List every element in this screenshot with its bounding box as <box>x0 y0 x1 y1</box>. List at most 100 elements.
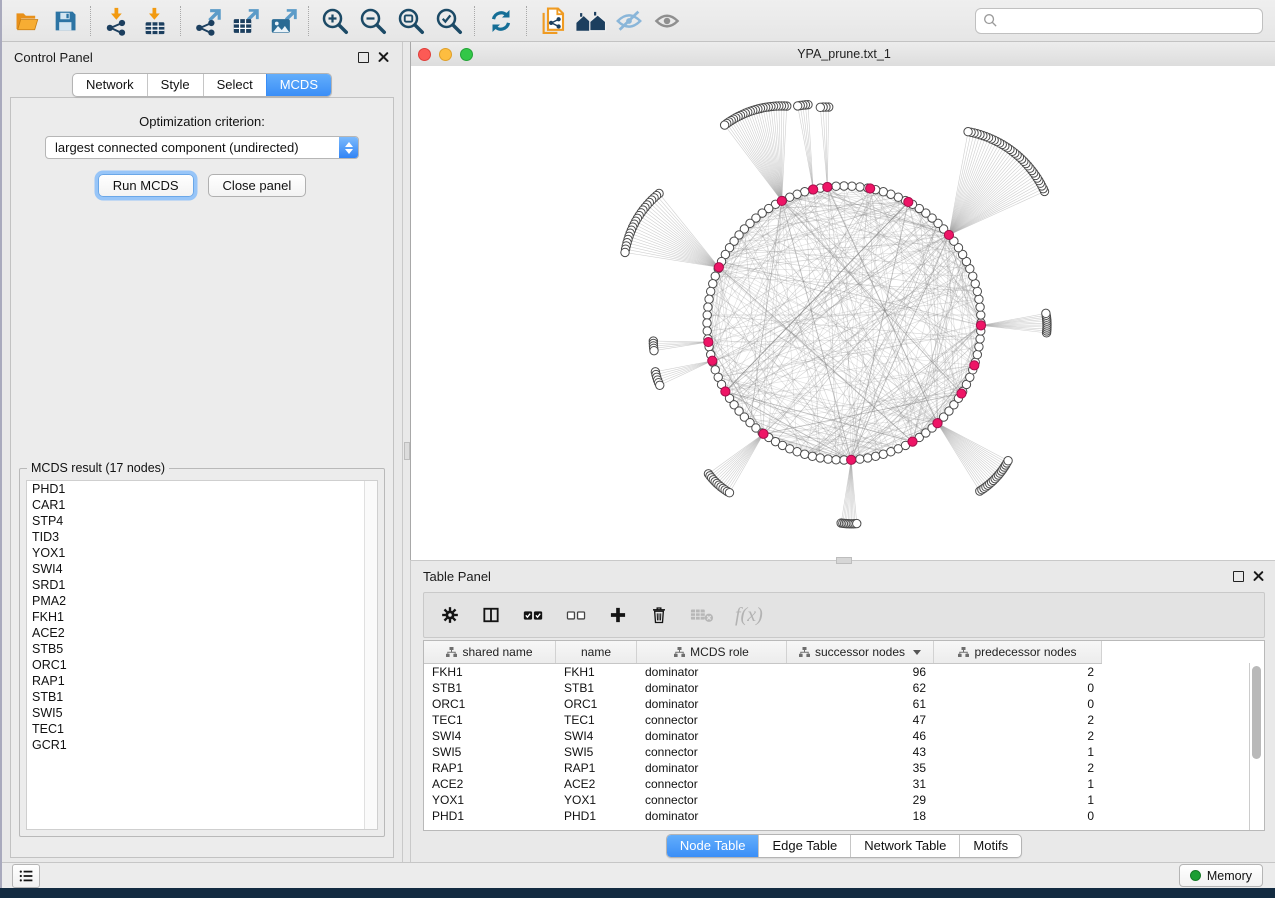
table-cell[interactable]: FKH1 <box>424 665 556 679</box>
table-row[interactable]: SWI5SWI5connector431 <box>424 744 1264 760</box>
mcds-result-item[interactable]: GCR1 <box>27 737 377 753</box>
hide-selected-button[interactable] <box>610 3 648 39</box>
column-header-MCDS-role[interactable]: MCDS role <box>637 641 787 663</box>
export-image-button[interactable] <box>264 3 302 39</box>
mcds-result-item[interactable]: PMA2 <box>27 593 377 609</box>
tab-edge-table[interactable]: Edge Table <box>758 835 850 857</box>
result-list-scrollbar[interactable] <box>364 481 377 829</box>
table-cell[interactable]: 0 <box>934 697 1102 711</box>
table-cell[interactable]: YOX1 <box>424 793 556 807</box>
table-cell[interactable]: 61 <box>787 697 934 711</box>
graph-node[interactable] <box>964 127 972 135</box>
float-panel-icon[interactable] <box>1233 571 1244 582</box>
table-cell[interactable]: connector <box>637 745 787 759</box>
graph-node[interactable] <box>704 303 712 311</box>
table-cell[interactable]: 1 <box>934 745 1102 759</box>
table-cell[interactable]: SWI4 <box>556 729 637 743</box>
table-cell[interactable]: 35 <box>787 761 934 775</box>
graph-node[interactable] <box>703 319 711 327</box>
export-table-button[interactable] <box>226 3 264 39</box>
task-history-button[interactable] <box>12 864 40 888</box>
close-panel-icon[interactable] <box>1253 571 1264 582</box>
graph-mcds-node[interactable] <box>957 389 966 398</box>
table-cell[interactable]: 2 <box>934 713 1102 727</box>
graph-node[interactable] <box>725 489 733 497</box>
table-cell[interactable]: dominator <box>637 809 787 823</box>
table-cell[interactable]: SWI5 <box>424 745 556 759</box>
deselect-all-button[interactable] <box>565 606 587 624</box>
export-network-button[interactable] <box>188 3 226 39</box>
graph-mcds-node[interactable] <box>704 337 713 346</box>
table-row[interactable]: ORC1ORC1dominator610 <box>424 696 1264 712</box>
graph-node[interactable] <box>832 182 840 190</box>
tab-motifs[interactable]: Motifs <box>959 835 1021 857</box>
zoom-in-button[interactable] <box>316 3 354 39</box>
graph-node[interactable] <box>1004 457 1012 465</box>
table-cell[interactable]: ORC1 <box>424 697 556 711</box>
graph-node[interactable] <box>973 350 981 358</box>
graph-node[interactable] <box>1042 309 1050 317</box>
tab-node-table[interactable]: Node Table <box>667 835 759 857</box>
tab-network-table[interactable]: Network Table <box>850 835 959 857</box>
graph-mcds-node[interactable] <box>721 387 730 396</box>
graph-node[interactable] <box>703 311 711 319</box>
create-column-button[interactable] <box>608 605 628 625</box>
graph-node[interactable] <box>832 456 840 464</box>
table-cell[interactable]: 47 <box>787 713 934 727</box>
table-cell[interactable]: 2 <box>934 729 1102 743</box>
table-cell[interactable]: 96 <box>787 665 934 679</box>
table-cell[interactable]: dominator <box>637 681 787 695</box>
table-cell[interactable]: 1 <box>934 777 1102 791</box>
table-cell[interactable]: 0 <box>934 681 1102 695</box>
mcds-result-item[interactable]: ORC1 <box>27 657 377 673</box>
graph-node[interactable] <box>856 183 864 191</box>
table-cell[interactable]: connector <box>637 777 787 791</box>
table-cell[interactable]: PHD1 <box>424 809 556 823</box>
mcds-result-item[interactable]: RAP1 <box>27 673 377 689</box>
graph-mcds-node[interactable] <box>944 230 953 239</box>
table-scrollbar-thumb[interactable] <box>1252 666 1261 759</box>
graph-node[interactable] <box>801 450 809 458</box>
graph-node[interactable] <box>975 295 983 303</box>
mcds-result-item[interactable]: STB5 <box>27 641 377 657</box>
table-cell[interactable]: SWI5 <box>556 745 637 759</box>
table-row[interactable]: FKH1FKH1dominator962 <box>424 664 1264 680</box>
table-cell[interactable]: 29 <box>787 793 934 807</box>
window-minimize-icon[interactable] <box>439 48 452 61</box>
graph-node[interactable] <box>879 188 887 196</box>
table-cell[interactable]: SWI4 <box>424 729 556 743</box>
import-network-button[interactable] <box>98 3 136 39</box>
table-row[interactable]: PHD1PHD1dominator180 <box>424 808 1264 824</box>
graph-node[interactable] <box>977 311 985 319</box>
mcds-result-item[interactable]: STB1 <box>27 689 377 705</box>
save-session-button[interactable] <box>46 3 84 39</box>
graph-node[interactable] <box>976 335 984 343</box>
table-cell[interactable]: 43 <box>787 745 934 759</box>
horizontal-splitter-grip[interactable] <box>836 557 852 564</box>
graph-node[interactable] <box>706 287 714 295</box>
table-cell[interactable]: dominator <box>637 697 787 711</box>
search-input[interactable] <box>1004 12 1255 29</box>
table-cell[interactable]: dominator <box>637 761 787 775</box>
table-row[interactable]: ACE2ACE2connector311 <box>424 776 1264 792</box>
tab-style[interactable]: Style <box>147 74 203 96</box>
window-close-icon[interactable] <box>418 48 431 61</box>
table-settings-button[interactable] <box>440 605 460 625</box>
vertical-splitter[interactable] <box>402 42 410 862</box>
mcds-result-item[interactable]: CAR1 <box>27 497 377 513</box>
graph-mcds-node[interactable] <box>809 185 818 194</box>
graph-mcds-node[interactable] <box>866 184 875 193</box>
graph-node[interactable] <box>840 182 848 190</box>
table-cell[interactable]: 62 <box>787 681 934 695</box>
column-header-shared-name[interactable]: shared name <box>424 641 556 663</box>
graph-node[interactable] <box>976 303 984 311</box>
table-cell[interactable]: 1 <box>934 793 1102 807</box>
first-neighbors-button[interactable] <box>572 3 610 39</box>
graph-node[interactable] <box>975 343 983 351</box>
table-cell[interactable]: 31 <box>787 777 934 791</box>
float-panel-icon[interactable] <box>358 52 369 63</box>
graph-node[interactable] <box>650 346 658 354</box>
column-header-successor-nodes[interactable]: successor nodes <box>787 641 934 663</box>
table-cell[interactable]: 0 <box>934 809 1102 823</box>
zoom-out-button[interactable] <box>354 3 392 39</box>
